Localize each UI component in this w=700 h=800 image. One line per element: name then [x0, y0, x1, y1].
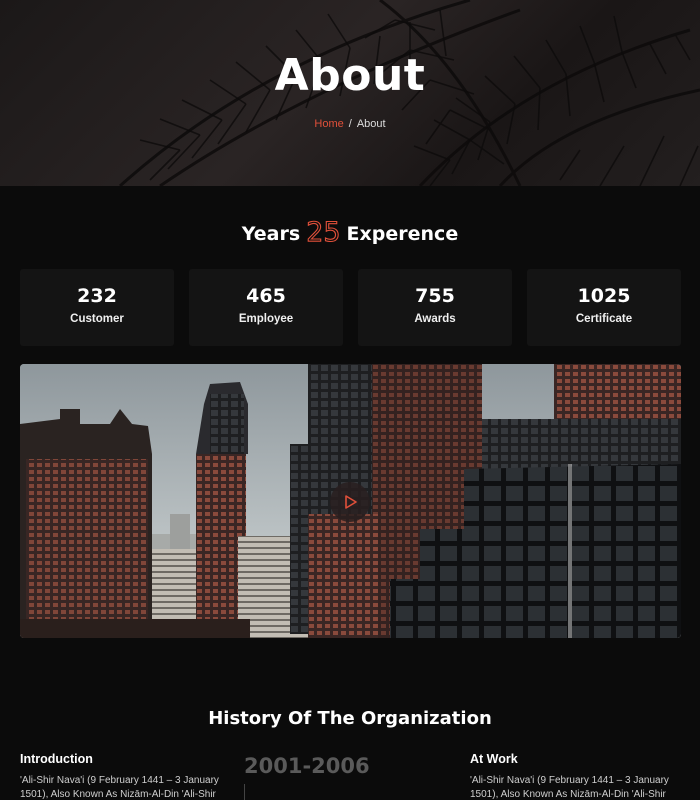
history-heading: History Of The Organization	[208, 708, 492, 729]
experience-prefix: Years	[241, 223, 301, 245]
stat-value: 465	[246, 285, 286, 307]
page-title: About	[274, 50, 426, 101]
timeline-year: 2001-2006	[244, 754, 370, 778]
stat-label: Awards	[414, 313, 456, 325]
breadcrumb-separator: /	[348, 118, 352, 130]
stat-card-employee: 465 Employee	[189, 269, 343, 346]
breadcrumb: Home / About	[0, 118, 700, 130]
stat-label: Certificate	[575, 313, 633, 325]
stat-label: Customer	[70, 313, 124, 325]
experience-years-number: 25	[306, 216, 341, 248]
experience-suffix: Experence	[346, 223, 459, 245]
stat-card-customer: 232 Customer	[20, 269, 174, 346]
introduction-text: 'Ali-Shir Nava'i (9 February 1441 – 3 Ja…	[20, 775, 219, 800]
breadcrumb-home-link[interactable]: Home	[314, 118, 343, 130]
experience-heading: Years 25 Experence	[0, 216, 700, 248]
timeline-line	[244, 784, 245, 800]
at-work-title: At Work	[470, 752, 518, 766]
introduction-title: Introduction	[20, 752, 93, 766]
stat-value: 232	[77, 285, 117, 307]
breadcrumb-current: About	[356, 118, 386, 130]
stat-value: 1025	[577, 285, 631, 307]
stat-card-certificate: 1025 Certificate	[527, 269, 681, 346]
page-hero: About Home / About	[0, 0, 700, 186]
stat-card-awards: 755 Awards	[358, 269, 512, 346]
at-work-text: 'Ali-Shir Nava'i (9 February 1441 – 3 Ja…	[470, 775, 669, 800]
stat-label: Employee	[238, 313, 294, 325]
play-video-button[interactable]	[330, 482, 370, 522]
play-icon	[345, 495, 357, 509]
stat-value: 755	[415, 285, 455, 307]
